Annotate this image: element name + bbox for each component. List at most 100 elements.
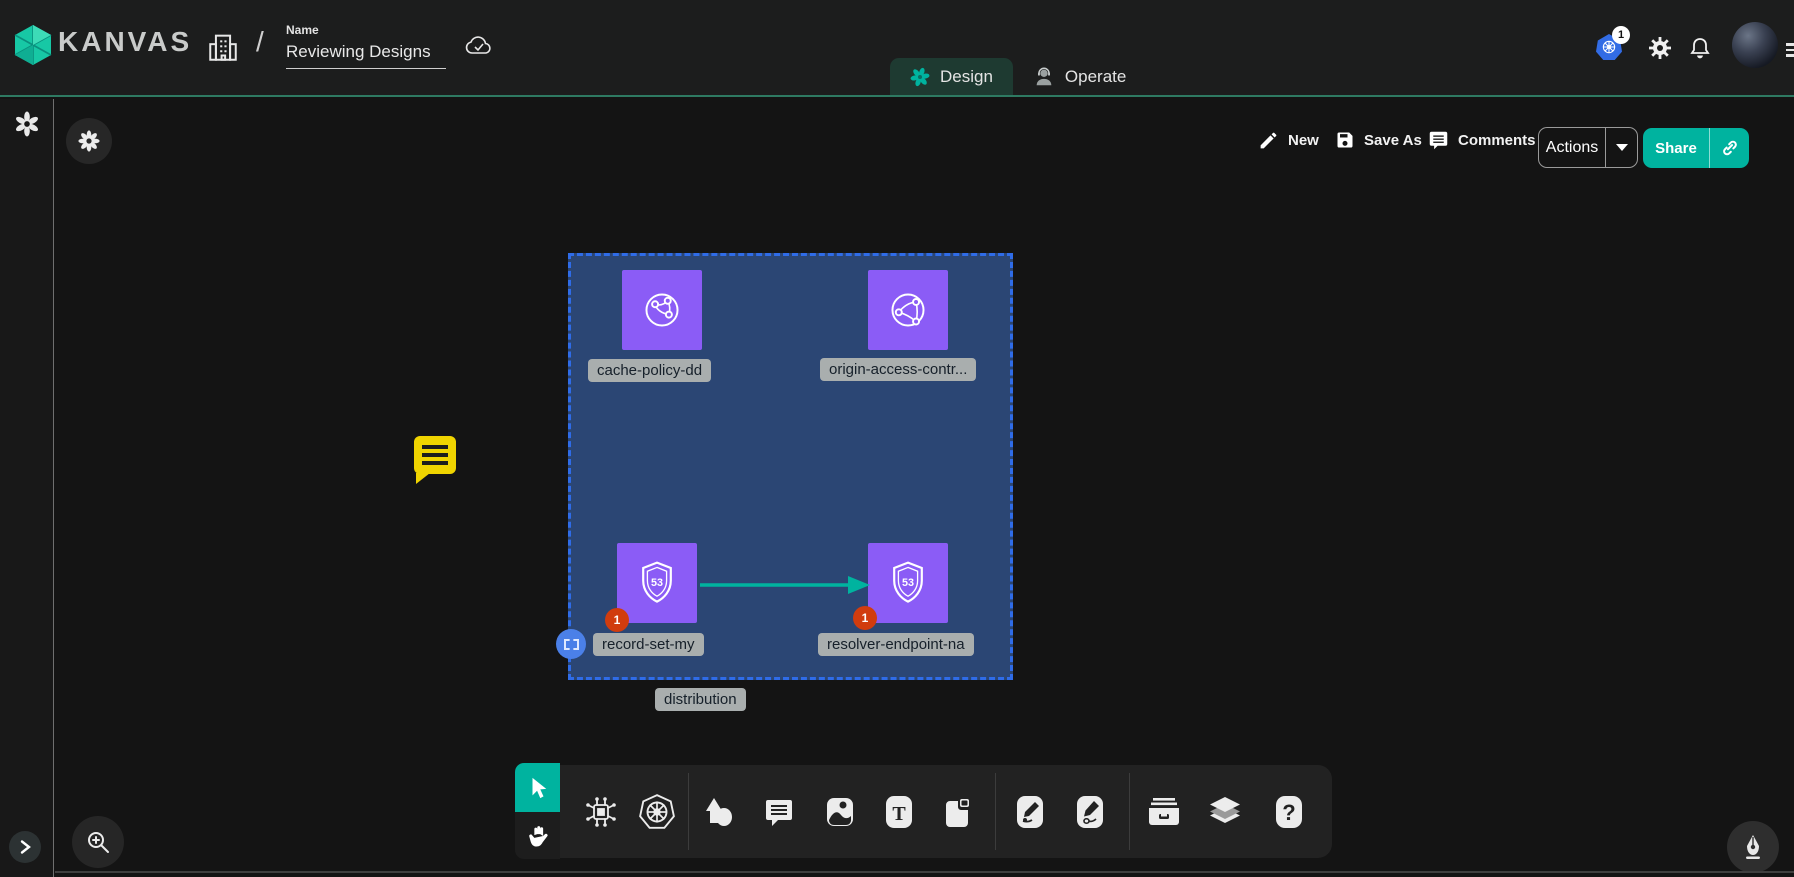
notifications-bell-icon[interactable] [1688,36,1712,65]
bottom-divider [55,871,1794,873]
layers-tool[interactable] [1206,794,1244,830]
settings-gear-icon[interactable] [1648,36,1672,65]
comment-tool[interactable] [762,795,796,829]
components-tool[interactable] [583,794,619,830]
share-button[interactable]: Share [1643,128,1749,168]
shapes-tool[interactable] [701,794,737,830]
globe-network-icon [639,287,685,333]
node-label[interactable]: cache-policy-dd [588,359,711,382]
left-sidebar [0,99,54,877]
shape-toolbar: T [560,765,1332,858]
comment-annotation-pin[interactable] [414,436,456,474]
text-icon: T [882,794,916,830]
drawer-tool[interactable] [1145,795,1183,829]
note-tool[interactable] [940,795,974,829]
group-label[interactable]: distribution [655,688,746,711]
select-cursor-icon [527,776,549,800]
operator-headset-icon [1033,66,1055,88]
node-label[interactable]: resolver-endpoint-na [818,633,974,656]
help-tool[interactable]: ? [1272,794,1306,830]
globe-network-icon [885,287,931,333]
edge-record-to-resolver[interactable] [698,573,874,597]
route53-shield-icon: 53 [633,559,681,607]
comments-label: Comments [1458,132,1536,149]
image-icon [822,794,858,830]
note-icon [940,795,974,829]
pencil-draw-tool[interactable] [1073,794,1107,830]
image-tool[interactable] [822,794,858,830]
breadcrumb-separator: / [256,26,264,58]
app-header: KANVAS / Name [0,0,1794,97]
link-icon [1720,138,1740,158]
cloud-synced-icon [464,34,494,63]
new-label: New [1288,132,1319,149]
design-name-input[interactable] [286,40,446,69]
tab-operate[interactable]: Operate [1013,58,1146,95]
node-issue-badge[interactable]: 1 [853,606,877,630]
node-origin-access[interactable] [868,270,948,350]
toolbar-separator [995,773,996,850]
svg-text:T: T [892,803,906,825]
node-cache-policy[interactable] [622,270,702,350]
svg-text:53: 53 [902,577,914,589]
kubernetes-wheel-icon [638,793,676,831]
design-name-label: Name [286,23,319,37]
shapes-icon [701,794,737,830]
node-label[interactable]: origin-access-contr... [820,358,976,381]
group-select-handle[interactable] [556,629,586,659]
dock-flower-icon [77,129,101,153]
caret-down-icon [1616,144,1628,151]
tab-design[interactable]: Design [890,58,1013,95]
meshery-spinner-icon[interactable] [14,111,40,142]
kubernetes-badge: 1 [1612,26,1630,44]
actions-dropdown-toggle[interactable] [1605,128,1637,167]
pen-nib-icon [1741,834,1765,860]
drawer-icon [1145,795,1183,829]
dock-toggle-button[interactable] [66,118,112,164]
copy-link-button[interactable] [1709,128,1749,168]
save-as-label: Save As [1364,132,1422,149]
layers-icon [1206,794,1244,830]
app-title: KANVAS [58,26,192,58]
actions-label: Actions [1539,139,1605,157]
actions-button[interactable]: Actions [1538,127,1638,168]
new-button[interactable]: New [1258,130,1319,151]
building-icon[interactable] [206,30,240,69]
components-icon [583,794,619,830]
kanvas-app: KANVAS / Name [0,0,1794,877]
sidebar-expand-button[interactable] [9,831,41,863]
node-record-set[interactable]: 53 [617,543,697,623]
toolbar-separator [688,773,689,850]
pen-icon [1013,794,1047,830]
share-label: Share [1643,140,1709,157]
user-avatar[interactable] [1732,22,1778,68]
help-icon: ? [1272,794,1306,830]
comments-button[interactable]: Comments [1428,130,1536,151]
zoom-in-icon [85,829,111,855]
kubernetes-context-button[interactable]: 1 [1596,32,1626,60]
pencil-icon [1258,130,1279,151]
select-tool[interactable] [515,763,560,812]
kubernetes-tool[interactable] [638,793,676,831]
text-tool[interactable]: T [882,794,916,830]
comments-icon [1428,130,1449,151]
pen-tool[interactable] [1013,794,1047,830]
pan-tool[interactable] [515,812,560,859]
kanvas-logo-icon[interactable] [14,24,52,71]
save-as-button[interactable]: Save As [1335,130,1422,150]
pan-hand-icon [527,824,549,848]
hamburger-menu-icon[interactable] [1786,40,1794,60]
toolbar-separator [1129,773,1130,850]
node-issue-badge[interactable]: 1 [605,608,629,632]
svg-text:?: ? [1282,800,1295,825]
mode-tabs: Design Operate [890,57,1146,95]
pencil-draw-icon [1073,794,1107,830]
node-label[interactable]: record-set-my [593,633,704,656]
save-icon [1335,130,1355,150]
design-flower-icon [910,67,930,87]
freehand-pen-button[interactable] [1727,821,1779,873]
zoom-in-button[interactable] [72,816,124,868]
node-resolver-endpoint[interactable]: 53 [868,543,948,623]
comment-icon [762,795,796,829]
tab-design-label: Design [940,67,993,87]
